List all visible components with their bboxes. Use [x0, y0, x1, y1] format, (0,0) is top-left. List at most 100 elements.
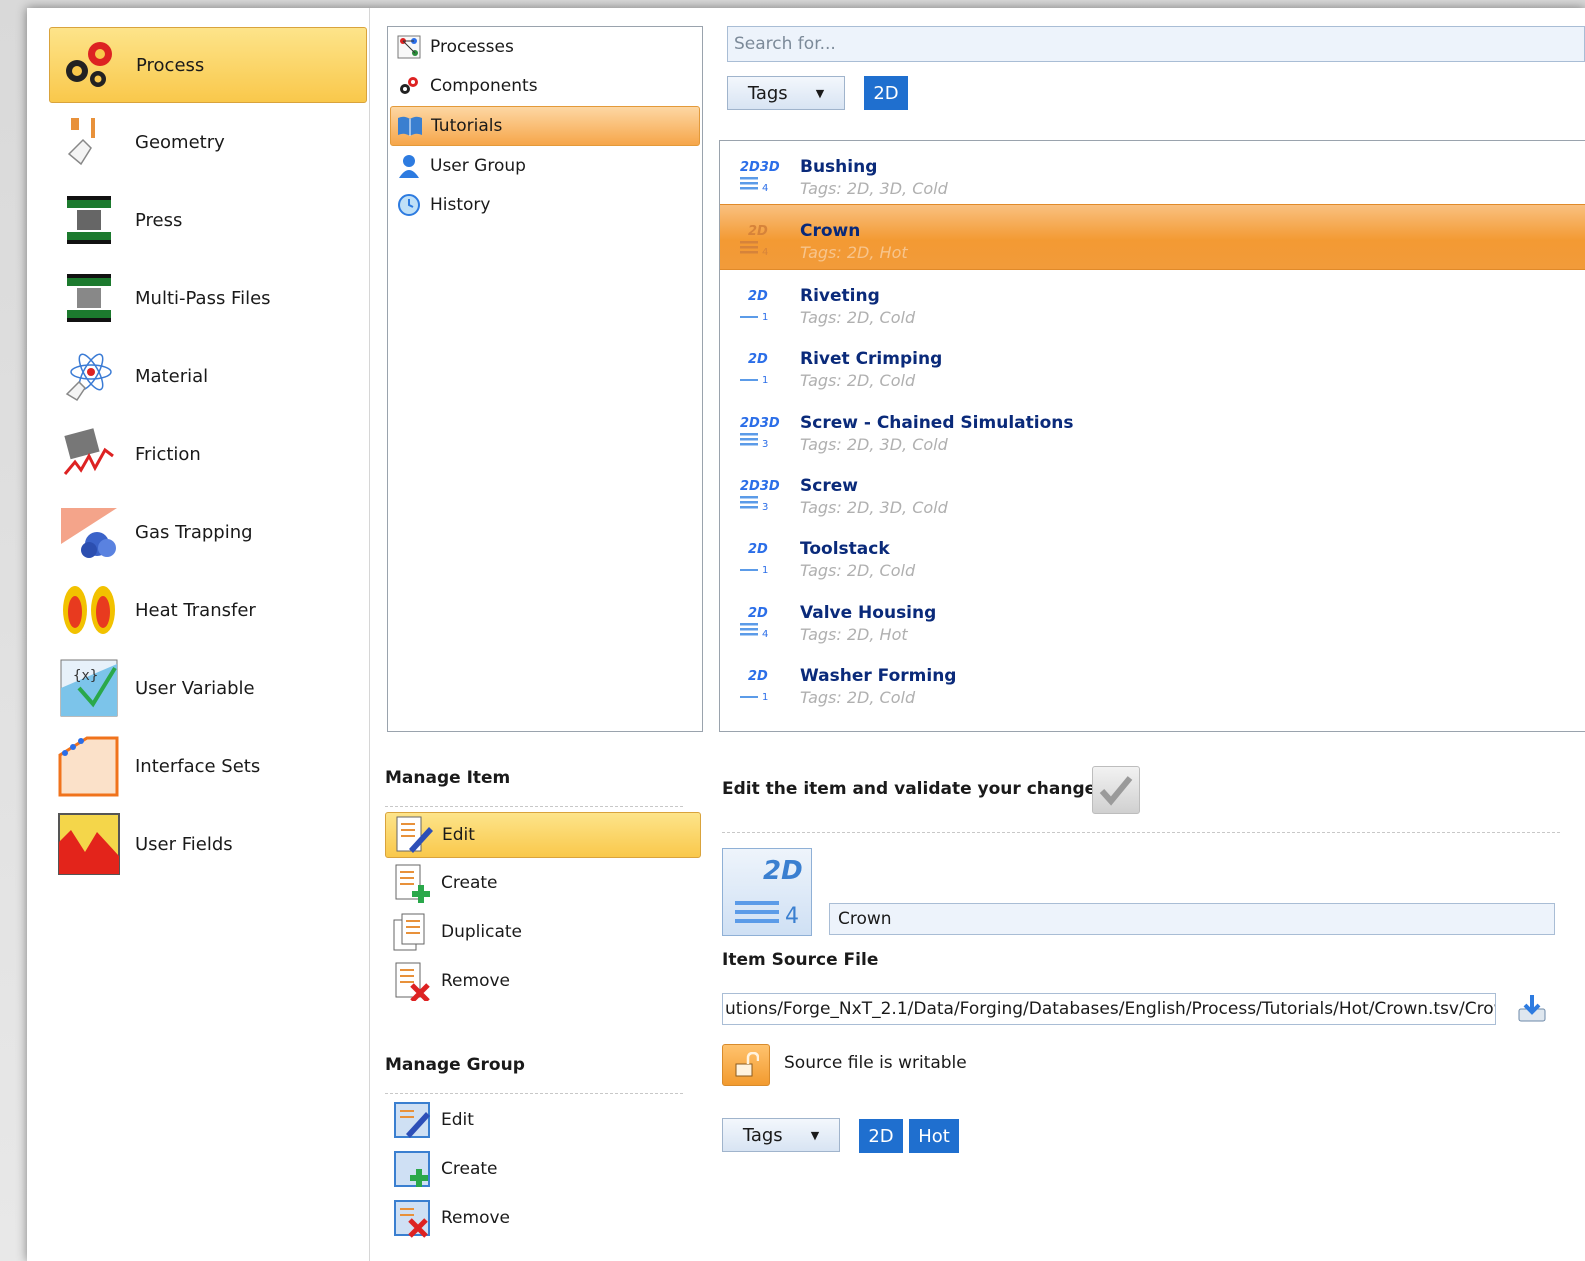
- nav-label: Interface Sets: [135, 755, 261, 777]
- tags-dropdown[interactable]: Tags ▼: [727, 76, 845, 110]
- tutorial-name: Crown: [800, 221, 861, 242]
- badge-dim: 2D: [748, 542, 768, 557]
- list-item-rivet-crimping[interactable]: 2D 1 Rivet Crimping Tags: 2D, Cold: [720, 333, 1585, 396]
- category-label: User Group: [430, 156, 526, 176]
- badge-dim: 2D3D: [740, 160, 780, 175]
- badge-dim: 2D3D: [740, 479, 780, 494]
- edit-tags-dropdown[interactable]: Tags ▼: [722, 1118, 840, 1152]
- nav-label: Heat Transfer: [135, 599, 256, 621]
- item-name-input[interactable]: Crown: [829, 903, 1555, 935]
- list-item-valve-housing[interactable]: 2D 4 Valve Housing Tags: 2D, Hot: [720, 587, 1585, 650]
- components-icon: [396, 73, 422, 99]
- category-item-tutorials[interactable]: Tutorials: [390, 106, 700, 146]
- badge-count: 1: [762, 312, 768, 322]
- download-button[interactable]: [1515, 991, 1549, 1025]
- divider: [385, 806, 683, 807]
- 2d3d-badge-icon: 2D3D 4: [740, 160, 780, 193]
- create-group-button[interactable]: Create: [385, 1147, 699, 1191]
- nav-label: Multi-Pass Files: [135, 287, 271, 309]
- list-item-riveting[interactable]: 2D 1 Riveting Tags: 2D, Cold: [720, 270, 1585, 333]
- gears-icon: [56, 31, 124, 99]
- badge-dim: 2D3D: [740, 416, 780, 431]
- app-window: Process Geometry Press Multi-Pass Files …: [27, 8, 1585, 1261]
- 2d-badge-icon: 2D 1: [740, 352, 768, 385]
- tutorial-name: Riveting: [800, 285, 880, 306]
- 2d3d-badge-icon: 2D3D 3: [740, 416, 780, 449]
- caret-down-icon: ▼: [810, 1128, 820, 1142]
- edit-icon: [392, 814, 434, 856]
- history-icon: [396, 192, 422, 218]
- interface-sets-icon: [55, 732, 123, 800]
- writable-status: Source file is writable: [784, 1053, 967, 1073]
- badge-count: 3: [762, 439, 768, 449]
- checkmark-icon: [1099, 776, 1133, 806]
- edit-item-button[interactable]: Edit: [385, 812, 701, 858]
- remove-group-button[interactable]: Remove: [385, 1196, 699, 1240]
- tutorial-name: Screw: [800, 475, 858, 496]
- nav-item-gas-trapping[interactable]: Gas Trapping: [49, 495, 365, 569]
- 2d3d-badge-icon: 2D3D 3: [740, 479, 780, 512]
- badge-count: 4: [762, 183, 768, 193]
- filter-tag-2d[interactable]: 2D: [864, 76, 908, 110]
- gas-trapping-icon: [55, 498, 123, 566]
- list-item-screw-chained-simulations[interactable]: 2D3D 3 Screw - Chained Simulations Tags:…: [720, 397, 1585, 460]
- remove-group-icon: [391, 1197, 433, 1239]
- item-tag-hot[interactable]: Hot: [909, 1119, 959, 1153]
- tutorial-tags: Tags: 2D, Hot: [800, 243, 908, 263]
- badge-count: 4: [762, 629, 768, 639]
- list-item-toolstack[interactable]: 2D 1 Toolstack Tags: 2D, Cold: [720, 523, 1585, 586]
- duplicate-icon: [391, 911, 433, 953]
- tutorial-tags: Tags: 2D, Cold: [800, 307, 916, 327]
- multipass-icon: [55, 264, 123, 332]
- category-item-history[interactable]: History: [390, 186, 700, 224]
- duplicate-item-button[interactable]: Duplicate: [385, 910, 699, 954]
- tags-dropdown-label: Tags: [747, 82, 788, 104]
- nav-item-press[interactable]: Press: [49, 183, 365, 257]
- category-item-components[interactable]: Components: [390, 67, 700, 105]
- nav-item-friction[interactable]: Friction: [49, 417, 365, 491]
- user-fields-icon: [55, 810, 123, 878]
- validate-button[interactable]: [1092, 766, 1140, 814]
- nav-item-user-variable[interactable]: {x} User Variable: [49, 651, 365, 725]
- tutorial-name: Bushing: [800, 157, 878, 177]
- badge-dim: 2D: [748, 606, 768, 621]
- list-item-screw[interactable]: 2D3D 3 Screw Tags: 2D, 3D, Cold: [720, 460, 1585, 523]
- item-tag-2d[interactable]: 2D: [859, 1119, 903, 1153]
- remove-item-button[interactable]: Remove: [385, 959, 699, 1003]
- nav-label: User Fields: [135, 833, 233, 855]
- friction-icon: [55, 420, 123, 488]
- tutorial-name: Valve Housing: [800, 602, 937, 623]
- nav-label: Geometry: [135, 131, 225, 153]
- geometry-icon: [55, 108, 123, 176]
- list-item-bushing[interactable]: 2D3D 4 Bushing Tags: 2D, 3D, Cold: [720, 141, 1585, 204]
- manage-item-title: Manage Item: [385, 768, 511, 788]
- unlock-button[interactable]: [722, 1044, 770, 1086]
- nav-item-process[interactable]: Process: [49, 27, 367, 103]
- category-label: Components: [430, 76, 538, 96]
- svg-text:{x}: {x}: [73, 668, 98, 684]
- nav-item-geometry[interactable]: Geometry: [49, 105, 365, 179]
- create-item-button[interactable]: Create: [385, 861, 699, 905]
- tutorial-name: Toolstack: [800, 539, 890, 560]
- left-nav: Process Geometry Press Multi-Pass Files …: [27, 8, 370, 1261]
- badge-dim: 2D: [748, 352, 768, 367]
- nav-item-interface-sets[interactable]: Interface Sets: [49, 729, 365, 803]
- nav-item-user-fields[interactable]: User Fields: [49, 807, 365, 881]
- heat-transfer-icon: [55, 576, 123, 644]
- list-item-crown[interactable]: 2D 4 Crown Tags: 2D, Hot: [720, 204, 1585, 270]
- create-group-icon: [391, 1148, 433, 1190]
- search-input[interactable]: Search for...: [727, 26, 1585, 62]
- tutorial-tags: Tags: 2D, Hot: [800, 624, 908, 644]
- nav-item-multi-pass-files[interactable]: Multi-Pass Files: [49, 261, 365, 335]
- badge-count: 3: [762, 502, 768, 512]
- nav-label: Gas Trapping: [135, 521, 253, 543]
- edit-group-button[interactable]: Edit: [385, 1098, 699, 1142]
- category-item-processes[interactable]: Processes: [390, 28, 700, 66]
- nav-item-heat-transfer[interactable]: Heat Transfer: [49, 573, 365, 647]
- 2d-badge-icon: 2D 1: [740, 669, 768, 702]
- category-label: Tutorials: [431, 116, 503, 136]
- source-file-input[interactable]: utions/Forge_NxT_2.1/Data/Forging/Databa…: [722, 993, 1496, 1025]
- list-item-washer-forming[interactable]: 2D 1 Washer Forming Tags: 2D, Cold: [720, 650, 1585, 713]
- category-item-user-group[interactable]: User Group: [390, 147, 700, 185]
- nav-item-material[interactable]: Material: [49, 339, 365, 413]
